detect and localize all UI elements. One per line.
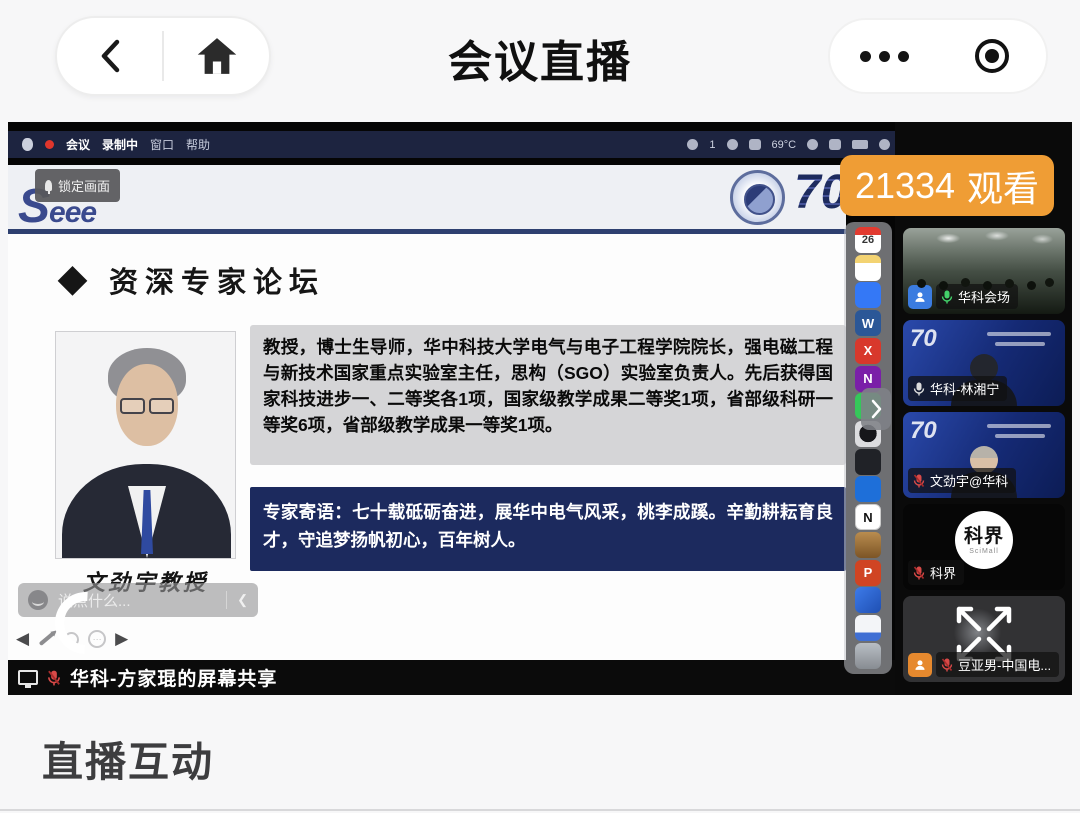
- screenshot-icon: [749, 139, 761, 150]
- viewer-count-badge: 21334 观看: [840, 155, 1054, 216]
- participant-name: 华科会场: [958, 287, 1010, 306]
- muted-mic-icon: [913, 474, 925, 488]
- notification-icon: [727, 139, 738, 150]
- next-arrow-button[interactable]: ▶: [115, 629, 128, 649]
- bluetooth-icon: [807, 139, 818, 150]
- participant-thumbnail[interactable]: 豆亚男-中国电...: [903, 596, 1065, 682]
- muted-mic-icon: [941, 658, 953, 672]
- participant-name: 华科-林湘宁: [930, 379, 999, 398]
- participant-name: 豆亚男-中国电...: [958, 655, 1051, 674]
- chat-input[interactable]: 说点什么... ❮: [18, 583, 258, 617]
- target-icon: [975, 39, 1009, 73]
- pin-view-tooltip-label: 锁定画面: [58, 176, 110, 195]
- host-badge-icon: [908, 653, 932, 677]
- viewer-count: 21334: [855, 165, 955, 207]
- muted-mic-icon: [913, 566, 925, 580]
- chevron-right-icon: [870, 399, 882, 419]
- scimall-logo-subtext: SciMall: [955, 548, 1013, 555]
- chat-divider: [226, 591, 227, 609]
- more-icon: [860, 51, 909, 62]
- vscode-icon[interactable]: [855, 476, 881, 502]
- sidebar-collapse-handle[interactable]: [861, 388, 891, 430]
- professor-bio-text: 教授，博士生导师，华中科技大学电气与电子工程学院院长，强电磁工程与新技术国家重点…: [250, 325, 846, 465]
- word-icon[interactable]: W: [855, 310, 881, 336]
- professor-photo: [55, 331, 236, 559]
- participant-name: 科界: [930, 563, 956, 582]
- temperature-status: 69°C: [772, 139, 797, 151]
- pin-icon: [45, 180, 52, 191]
- participant-name: 文劲宇@华科: [930, 471, 1008, 490]
- more-button[interactable]: [830, 20, 938, 92]
- wechat-icon: [687, 139, 698, 150]
- trash-icon[interactable]: [855, 643, 881, 669]
- wechat-badge-count: 1: [709, 139, 715, 151]
- section-divider: [0, 809, 1080, 811]
- participant-thumbnail[interactable]: 科界 SciMall 科界: [903, 504, 1065, 590]
- menubar-menu-help: 帮助: [186, 136, 210, 153]
- recording-dot-icon: [45, 140, 54, 149]
- muted-mic-icon: [47, 670, 61, 686]
- anniversary-70-overlay: 70: [910, 325, 937, 353]
- participant-thumbnail[interactable]: 华科会场: [903, 228, 1065, 314]
- notion-icon[interactable]: N: [855, 504, 881, 530]
- slide-title: ◆ 资深专家论坛: [58, 259, 325, 301]
- facetime-icon[interactable]: [855, 282, 881, 308]
- speaker-badge-icon: [908, 285, 932, 309]
- menubar-recording-status: 录制中: [102, 136, 138, 153]
- apple-icon: [22, 138, 33, 151]
- exit-button[interactable]: [938, 20, 1046, 92]
- expert-message-text: 专家寄语：七十载砥砺奋进，展华中电气风采，桃李成蹊。辛勤耕耘育良才，守追梦扬帆初…: [250, 487, 846, 571]
- program-capsule: [828, 18, 1048, 94]
- screen-share-label: 华科-方家琨的屏幕共享: [70, 664, 277, 691]
- blue-app-icon[interactable]: [855, 587, 881, 613]
- glasses-icon: [120, 398, 174, 414]
- slide-header-band: [8, 165, 846, 229]
- red-x-app-icon[interactable]: X: [855, 338, 881, 364]
- macos-dock: 26 W X N N P: [844, 222, 892, 674]
- prev-arrow-button[interactable]: ◀: [16, 629, 29, 649]
- mini-program-screen: 会议直播 会议 录制中 窗口 帮助 1: [0, 0, 1080, 813]
- chat-collapse-icon[interactable]: ❮: [237, 592, 248, 608]
- menubar-app-name: 会议: [66, 136, 90, 153]
- section-title-live-interaction: 直播互动: [42, 728, 214, 788]
- active-mic-icon: [941, 290, 953, 304]
- menubar-menu-window: 窗口: [150, 136, 174, 153]
- search-icon: [879, 139, 890, 150]
- dark-hex-app-icon[interactable]: [855, 449, 881, 475]
- pin-view-tooltip: 锁定画面: [35, 169, 120, 202]
- screen-share-icon: [18, 670, 38, 685]
- participant-thumbnail[interactable]: 70 文劲宇@华科: [903, 412, 1065, 498]
- viewer-count-suffix: 观看: [967, 160, 1039, 212]
- anniversary-70-overlay: 70: [910, 417, 937, 445]
- top-nav: 会议直播: [0, 0, 1080, 122]
- mic-icon: [913, 382, 925, 396]
- university-emblem-icon: [730, 170, 785, 225]
- powerpoint-icon[interactable]: P: [855, 560, 881, 586]
- battery-icon: [852, 140, 868, 149]
- screen-share-bar: 华科-方家琨的屏幕共享: [8, 660, 895, 695]
- calendar-icon[interactable]: 26: [855, 227, 881, 253]
- wifi-icon: [829, 139, 841, 150]
- notes-icon[interactable]: [855, 255, 881, 281]
- emoji-icon: [28, 590, 48, 610]
- participant-thumbnail[interactable]: 70 华科-林湘宁: [903, 320, 1065, 406]
- drive-app-icon[interactable]: [855, 615, 881, 641]
- scimall-logo-text: 科界: [955, 521, 1013, 548]
- pencil-icon[interactable]: [39, 632, 55, 646]
- slide-divider: [8, 229, 846, 234]
- nutstore-icon[interactable]: [855, 532, 881, 558]
